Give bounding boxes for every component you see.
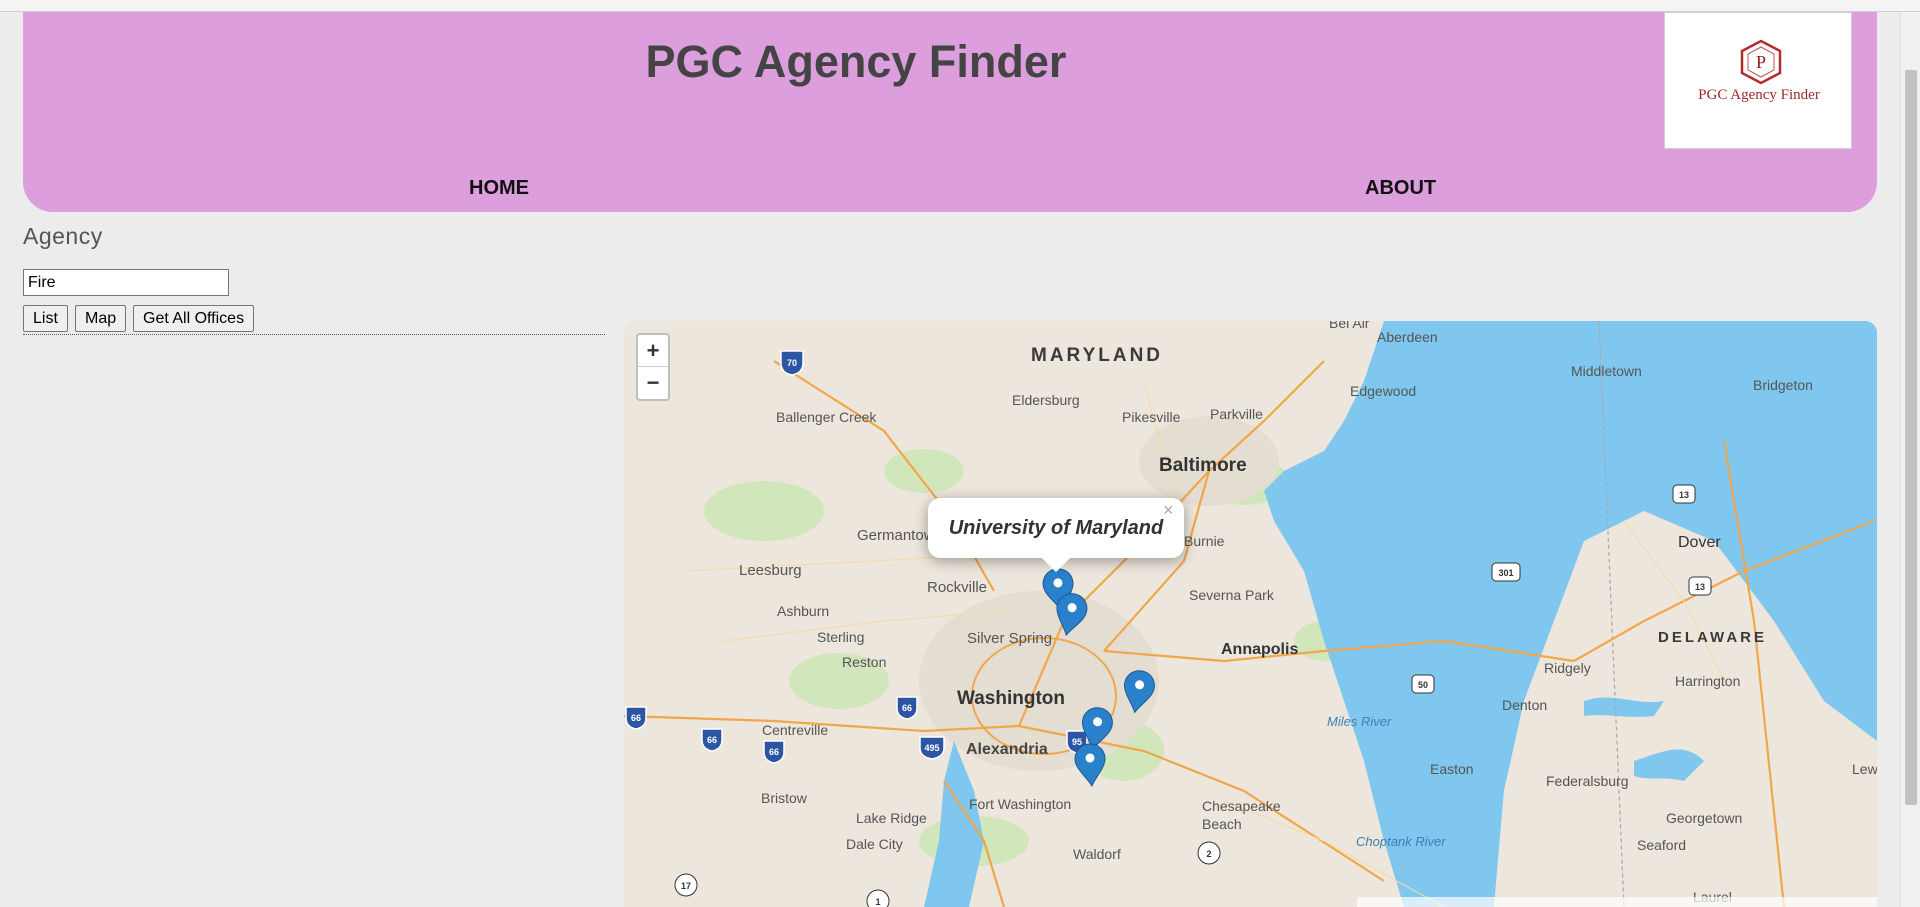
logo-text: PGC Agency Finder (1698, 87, 1820, 103)
logo-letter: P (1756, 52, 1766, 72)
map-view[interactable]: MARYLAND DELAWARE Baltimore Washington A… (624, 321, 1877, 907)
scrollbar-thumb[interactable] (1905, 70, 1917, 805)
logo-hexagon-icon: P (1740, 39, 1782, 85)
marker-pin-icon-5[interactable] (1073, 742, 1108, 788)
page-scrollbar[interactable] (1900, 12, 1920, 907)
browser-top-strip (0, 0, 1920, 12)
page-title: PGC Agency Finder (645, 36, 1067, 87)
agency-input[interactable] (23, 269, 229, 296)
site-logo[interactable]: P PGC Agency Finder (1664, 12, 1852, 149)
zoom-control: + − (636, 333, 670, 401)
map-button[interactable]: Map (75, 305, 127, 332)
map-markers (1040, 566, 1158, 788)
marker-pin-icon-3[interactable] (1119, 667, 1158, 716)
zoom-out-button[interactable]: − (638, 367, 668, 399)
list-button[interactable]: List (23, 305, 68, 332)
close-icon[interactable]: × (1163, 500, 1174, 521)
nav-home-link[interactable]: HOME (469, 177, 529, 200)
marker-popup: University of Maryland × (928, 498, 1184, 558)
get-all-offices-button[interactable]: Get All Offices (133, 305, 255, 332)
results-divider (23, 334, 605, 335)
nav-about-link[interactable]: ABOUT (1365, 177, 1436, 200)
agency-label: Agency (23, 223, 103, 249)
site-header: PGC Agency Finder P PGC Agency Finder HO… (23, 12, 1877, 212)
map-attribution (1357, 897, 1877, 907)
zoom-in-button[interactable]: + (638, 335, 668, 367)
popup-text: University of Maryland (948, 517, 1164, 539)
